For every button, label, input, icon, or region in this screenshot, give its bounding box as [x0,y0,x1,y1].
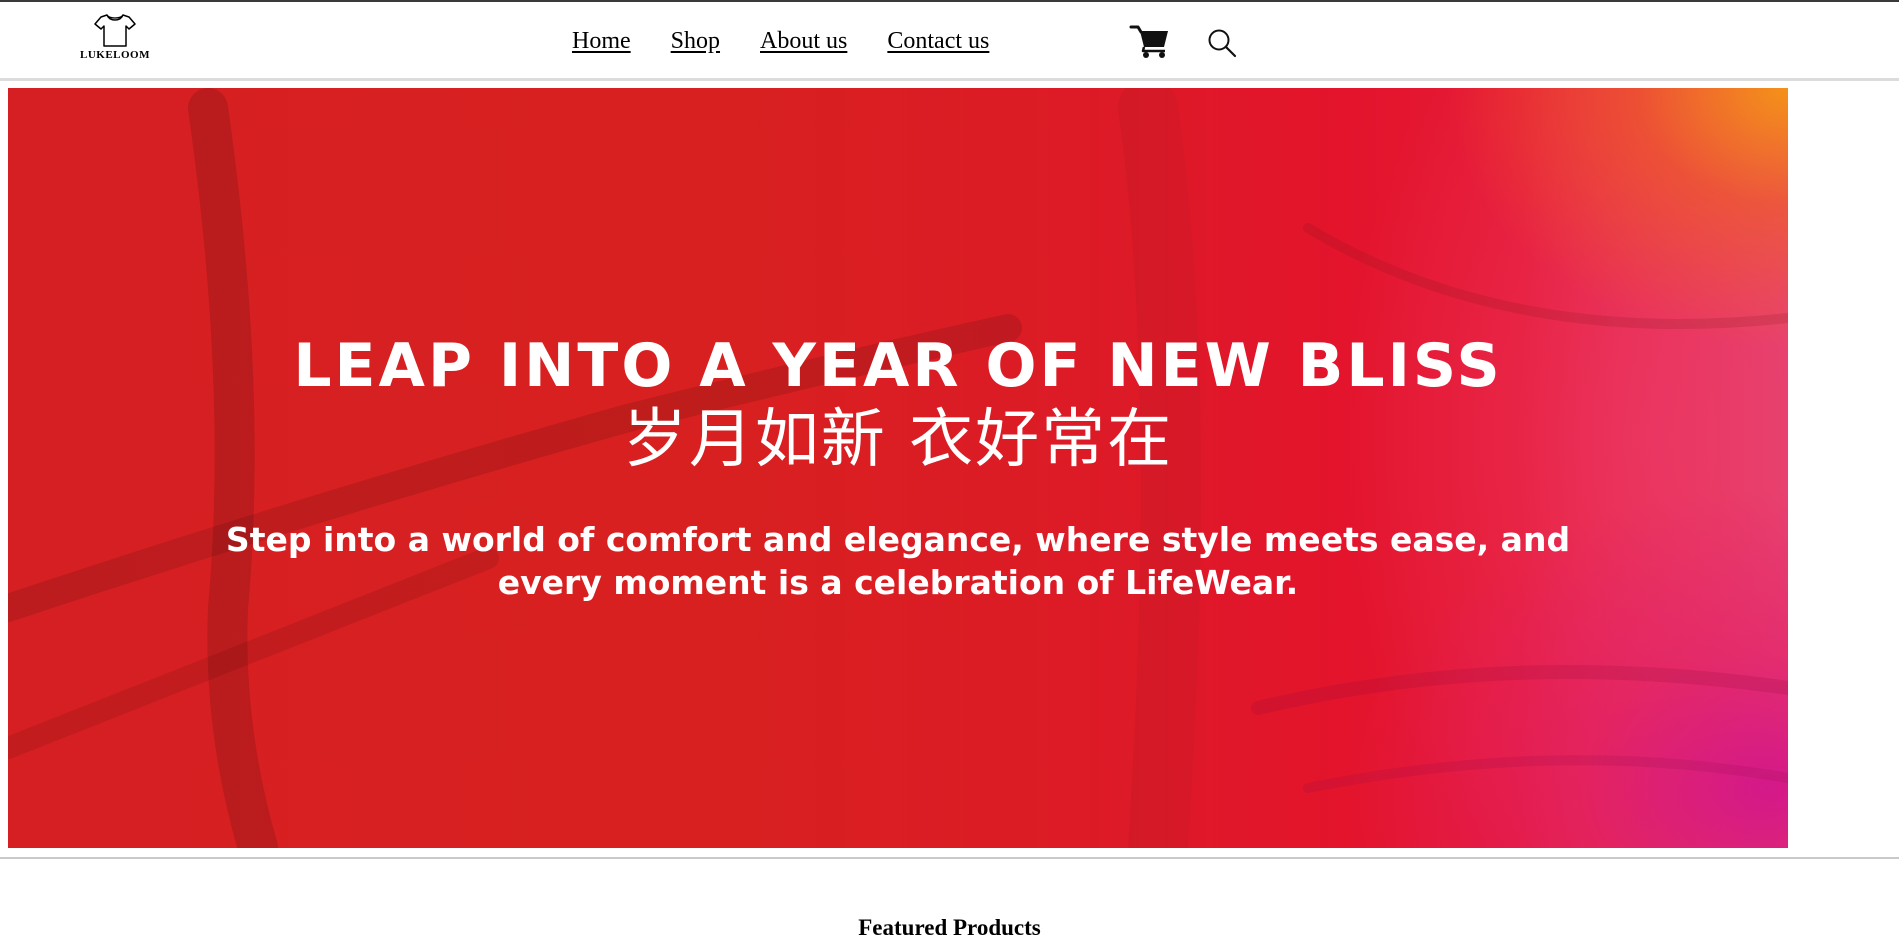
cart-icon[interactable] [1129,23,1171,59]
featured-products-heading: Featured Products [858,915,1041,940]
site-header: LUKELOOM Home Shop About us Contact us [0,2,1899,78]
main-nav: Home Shop About us Contact us [572,28,1029,58]
nav-item-shop[interactable]: Shop [671,28,720,58]
brand-name: LUKELOOM [79,49,150,61]
brand-logo[interactable]: LUKELOOM [70,12,160,68]
t-shirt-icon [70,12,160,48]
hero-banner: LEAP INTO A YEAR OF NEW BLISS 岁月如新 衣好常在 … [8,88,1788,848]
hero-title: LEAP INTO A YEAR OF NEW BLISS [293,331,1503,401]
search-icon[interactable] [1207,28,1237,58]
nav-item-home[interactable]: Home [572,28,631,58]
nav-item-about-us[interactable]: About us [760,28,847,58]
hero-subtitle-chinese: 岁月如新 衣好常在 [622,403,1174,477]
hero-tagline: Step into a world of comfort and eleganc… [225,520,1571,602]
nav-item-contact-us[interactable]: Contact us [887,28,989,58]
